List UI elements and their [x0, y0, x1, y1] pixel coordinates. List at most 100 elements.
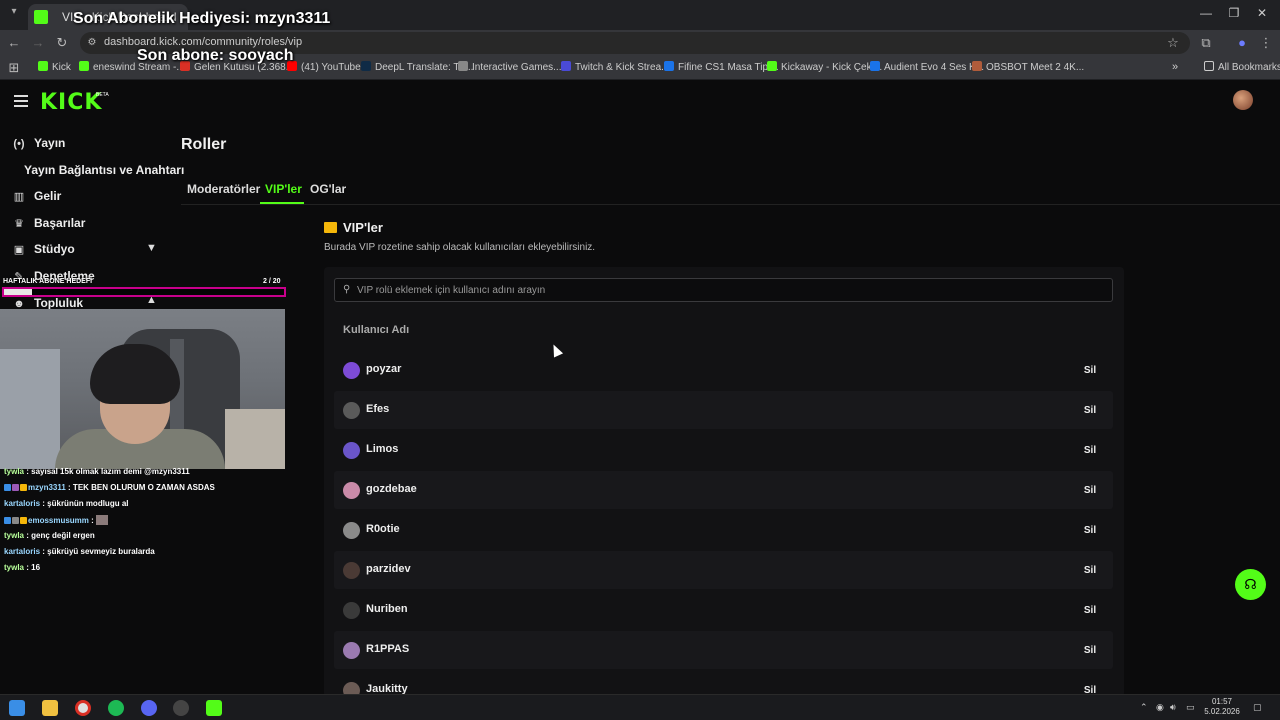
user-avatar[interactable]	[1233, 90, 1253, 110]
minimize-icon[interactable]: —	[1196, 6, 1216, 22]
crown-icon	[324, 222, 337, 233]
chat-emote-icon	[95, 515, 108, 525]
vip-avatar[interactable]	[343, 402, 360, 419]
bookmark-item[interactable]: Interactive Games...	[458, 61, 561, 73]
vip-avatar[interactable]	[343, 442, 360, 459]
search-icon: ⚲	[343, 284, 351, 295]
support-chat-button[interactable]: ☊	[1235, 569, 1266, 600]
bookmark-star-icon[interactable]: ☆	[1165, 35, 1181, 51]
profile-icon[interactable]: ●	[1234, 35, 1250, 51]
vip-username[interactable]: Efes	[366, 403, 389, 415]
bookmark-item[interactable]: Twitch & Kick Strea...	[561, 61, 669, 73]
windows-start-icon[interactable]	[9, 700, 25, 716]
bookmark-favicon-icon	[767, 61, 777, 71]
sidebar-item-topluluk[interactable]: ☻ Topluluk	[12, 296, 83, 310]
volume-icon[interactable]: 🔊︎	[1170, 702, 1176, 713]
bookmark-favicon-icon	[561, 61, 571, 71]
remove-vip-button[interactable]: Sil	[1075, 560, 1105, 580]
forward-icon[interactable]: →	[30, 35, 46, 51]
remove-vip-button[interactable]: Sil	[1075, 360, 1105, 380]
tray-discord-icon[interactable]: ◉	[1156, 702, 1164, 713]
chat-text: : sayısal 15k olmak lazım demi @mzyn3311	[26, 467, 190, 476]
remove-vip-button[interactable]: Sil	[1075, 520, 1105, 540]
vip-username[interactable]: parzidev	[366, 563, 411, 575]
discord-icon[interactable]	[141, 700, 157, 716]
bookmark-item[interactable]: OBSBOT Meet 2 4K...	[972, 61, 1084, 73]
bookmark-favicon-icon	[870, 61, 880, 71]
remove-vip-button[interactable]: Sil	[1075, 600, 1105, 620]
close-icon[interactable]: ✕	[1252, 6, 1272, 22]
restore-icon[interactable]: ❐	[1224, 6, 1244, 22]
tab-moderators[interactable]: Moderatörler	[187, 182, 260, 196]
vip-row: Nuriben Sil	[334, 591, 1113, 629]
sidebar-item-studyo[interactable]: ▣ Stüdyo	[12, 242, 75, 256]
sidebar-item-yayin[interactable]: (•) Yayın	[12, 136, 65, 150]
chat-message: emossmusumm :	[4, 515, 108, 525]
tab-search-icon[interactable]: ▾	[6, 6, 22, 22]
chat-badge-icon	[12, 517, 19, 524]
vip-username[interactable]: poyzar	[366, 363, 401, 375]
tab-vips[interactable]: VIP'ler	[265, 182, 302, 196]
vip-avatar[interactable]	[343, 642, 360, 659]
sub-goal-label: HAFTALIK ABONE HEDEFİ	[3, 278, 93, 285]
chat-username: tywla	[4, 467, 25, 476]
search-box[interactable]: ⚲	[334, 278, 1113, 302]
chrome-icon[interactable]	[75, 700, 91, 716]
sub-goal-count: 2 / 20	[263, 278, 281, 285]
tray-chevron-icon[interactable]: ⌃	[1140, 702, 1148, 713]
chat-username: tywla	[4, 531, 25, 540]
file-explorer-icon[interactable]	[42, 700, 58, 716]
vip-avatar[interactable]	[343, 482, 360, 499]
chat-text: : genç değil ergen	[26, 531, 95, 540]
vip-row: poyzar Sil	[334, 351, 1113, 389]
chat-message: tywla : 16	[4, 563, 40, 572]
kick-logo[interactable]: KICK	[40, 90, 102, 115]
notifications-icon[interactable]: ▢	[1253, 702, 1262, 713]
chat-username: emossmusumm	[28, 516, 89, 525]
vip-username[interactable]: gozdebae	[366, 483, 417, 495]
apps-grid-icon[interactable]: ⊞	[6, 60, 22, 76]
hamburger-menu-icon[interactable]	[14, 95, 28, 107]
obs-icon[interactable]	[173, 700, 189, 716]
vip-avatar[interactable]	[343, 522, 360, 539]
site-info-icon[interactable]: ⚙	[84, 35, 100, 51]
vip-search-input[interactable]	[357, 282, 1097, 298]
bookmark-item[interactable]: Kick	[38, 61, 71, 73]
vip-row: Efes Sil	[334, 391, 1113, 429]
vip-avatar[interactable]	[343, 602, 360, 619]
bookmark-item[interactable]: (41) YouTube	[287, 61, 361, 73]
menu-dots-icon[interactable]: ⋮	[1258, 35, 1274, 51]
spotify-icon[interactable]	[108, 700, 124, 716]
vip-username[interactable]: Limos	[366, 443, 398, 455]
chat-text: :	[91, 516, 94, 525]
broadcast-icon: (•)	[13, 138, 25, 150]
chevron-down-icon[interactable]: ▼	[146, 242, 157, 254]
sidebar-item-stream-key[interactable]: Yayın Bağlantısı ve Anahtarı	[24, 163, 184, 177]
vip-avatar[interactable]	[343, 562, 360, 579]
remove-vip-button[interactable]: Sil	[1075, 480, 1105, 500]
remove-vip-button[interactable]: Sil	[1075, 400, 1105, 420]
vip-username[interactable]: R0otie	[366, 523, 400, 535]
vip-avatar[interactable]	[343, 362, 360, 379]
chat-username: mzyn3311	[28, 483, 66, 492]
sidebar-item-basarilar[interactable]: ♛ Başarılar	[12, 216, 85, 230]
sidebar-item-gelir[interactable]: ▥ Gelir	[12, 189, 62, 203]
tab-ogs[interactable]: OG'lar	[310, 182, 346, 196]
vip-username[interactable]: R1PPAS	[366, 643, 409, 655]
bookmark-item[interactable]: DeepL Translate: Th...	[361, 61, 473, 73]
vip-username[interactable]: Nuriben	[366, 603, 408, 615]
more-bookmarks-icon[interactable]: »	[1172, 61, 1178, 73]
all-bookmarks[interactable]: All Bookmarks	[1204, 61, 1280, 73]
taskbar-clock[interactable]: 01:57 5.02.2026	[1200, 697, 1244, 717]
back-icon[interactable]: ←	[6, 35, 22, 51]
bookmark-item[interactable]: Kickaway - Kick Çeki...	[767, 61, 882, 73]
remove-vip-button[interactable]: Sil	[1075, 440, 1105, 460]
remove-vip-button[interactable]: Sil	[1075, 640, 1105, 660]
bookmark-item[interactable]: Fifine CS1 Masa Tipi...	[664, 61, 779, 73]
vip-row: R1PPAS Sil	[334, 631, 1113, 669]
bookmark-item[interactable]: Audient Evo 4 Ses K...	[870, 61, 984, 73]
kick-app-icon[interactable]	[206, 700, 222, 716]
reload-icon[interactable]: ↻	[54, 35, 70, 51]
network-icon[interactable]: ▭	[1186, 702, 1195, 713]
extensions-icon[interactable]: ⧉	[1198, 35, 1214, 51]
